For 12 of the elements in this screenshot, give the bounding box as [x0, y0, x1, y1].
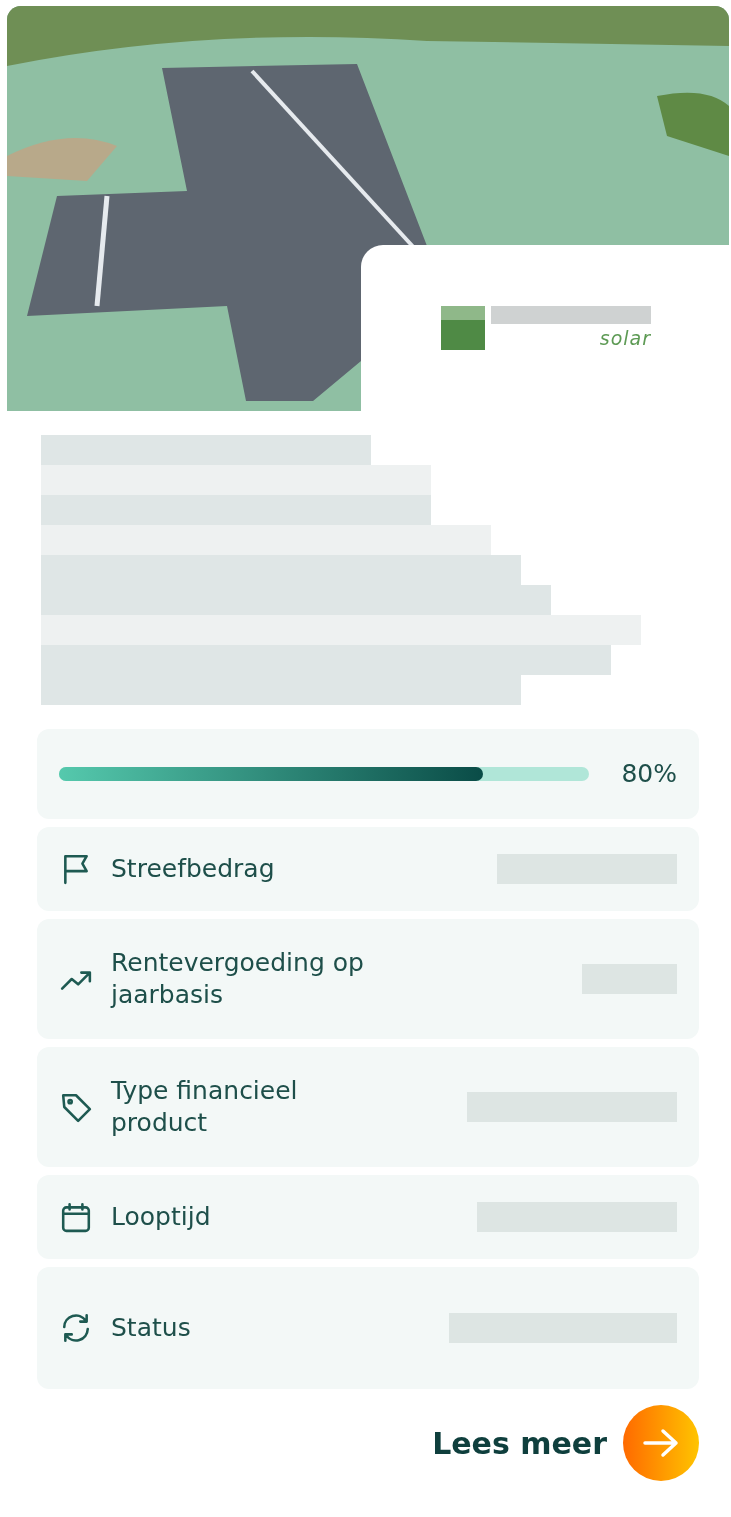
detail-label: Type financieel product: [111, 1074, 299, 1139]
logo-tagline: solar: [599, 325, 651, 351]
read-more-link[interactable]: Lees meer: [432, 1420, 607, 1466]
detail-label: Streefbedrag: [111, 852, 276, 885]
logo-icon: [439, 304, 487, 352]
arrow-right-icon: [643, 1428, 679, 1458]
detail-label: Rentevergoeding op jaarbasis: [111, 946, 365, 1011]
calendar-icon: [59, 1201, 93, 1233]
progress-percent: 80%: [620, 757, 677, 790]
tag-icon: [59, 1091, 93, 1123]
detail-label: Looptijd: [111, 1200, 212, 1233]
detail-label: Status: [111, 1311, 192, 1344]
